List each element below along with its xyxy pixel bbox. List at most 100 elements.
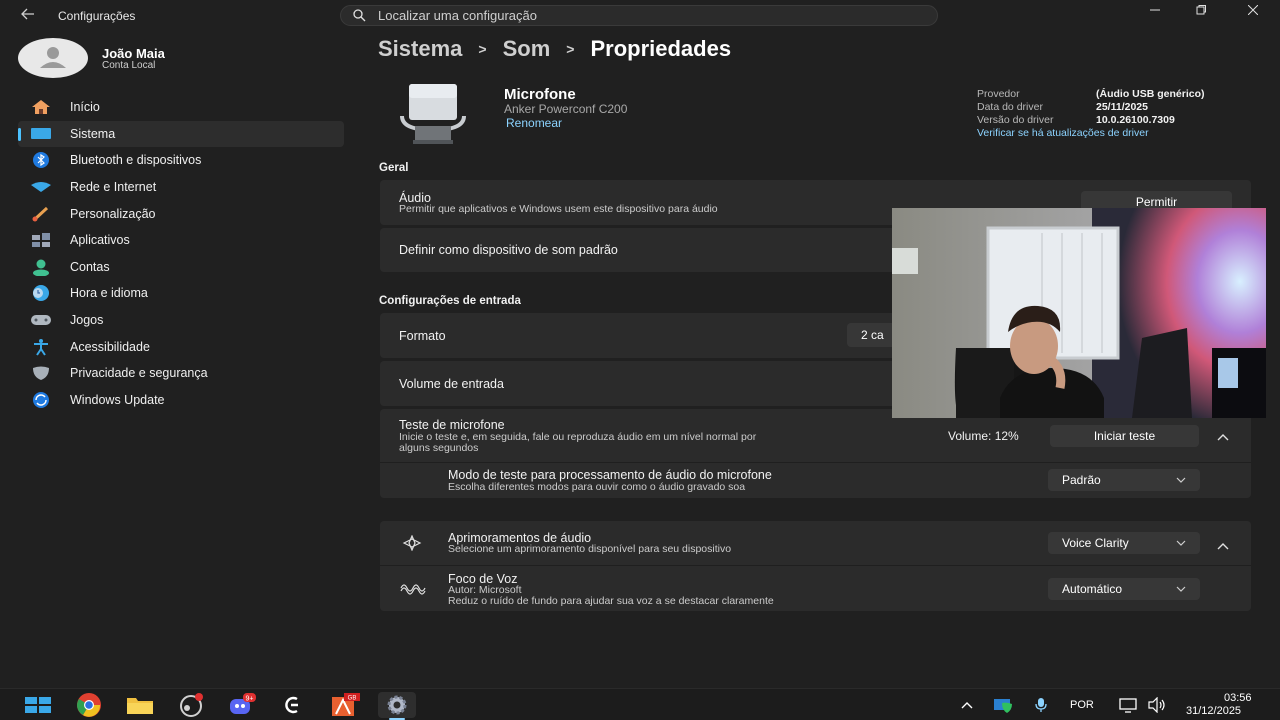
chevron-up-tray-icon[interactable]: [952, 694, 982, 716]
format-title: Formato: [399, 329, 446, 343]
driver-provider-value: (Áudio USB genérico): [1096, 88, 1205, 100]
sidebar-item-rede[interactable]: Rede e Internet: [18, 174, 344, 201]
device-name: Microfone: [504, 86, 576, 103]
sidebar-item-bluetooth[interactable]: Bluetooth e dispositivos: [18, 147, 344, 174]
driver-provider-label: Provedor: [977, 88, 1020, 100]
sidebar-item-aplicativos[interactable]: Aplicativos: [18, 227, 344, 254]
account-type: Conta Local: [102, 60, 156, 71]
sidebar-item-label: Sistema: [70, 126, 116, 141]
device-model: Anker Powerconf C200: [504, 102, 628, 116]
voice-focus-dropdown[interactable]: Automático: [1048, 578, 1200, 600]
voice-focus-value: Automático: [1062, 582, 1123, 596]
minimize-icon: [1150, 9, 1160, 11]
gear-icon: [387, 695, 407, 715]
chevron-down-icon: [1176, 584, 1186, 595]
section-heading-geral: Geral: [379, 162, 409, 174]
minimize-button[interactable]: [1132, 0, 1178, 22]
sidebar-item-label: Privacidade e segurança: [70, 366, 208, 381]
rename-link[interactable]: Renomear: [506, 116, 562, 130]
settings-taskbar-icon[interactable]: [378, 692, 416, 718]
sidebar-item-label: Aplicativos: [70, 233, 130, 248]
steam-taskbar-icon[interactable]: [176, 693, 206, 717]
breadcrumb-sistema[interactable]: Sistema: [378, 36, 462, 62]
language-indicator[interactable]: POR: [1070, 699, 1094, 711]
chevron-down-icon: [1176, 475, 1186, 486]
sidebar-item-sistema[interactable]: Sistema: [18, 120, 344, 148]
test-mode-title: Modo de teste para processamento de áudi…: [448, 468, 772, 482]
sidebar-item-label: Jogos: [70, 313, 104, 328]
mic-test-title: Teste de microfone: [399, 418, 505, 432]
taskbar: 9+ GB POR 03:56 31/12/2025: [0, 688, 1280, 720]
discord-badge: 9+: [246, 696, 254, 703]
back-button[interactable]: [14, 4, 42, 28]
defender-tray-icon[interactable]: [988, 694, 1018, 716]
volume-tray-icon[interactable]: [1142, 694, 1172, 716]
chevron-up-icon[interactable]: [1216, 429, 1230, 443]
maximize-button[interactable]: [1178, 0, 1224, 22]
update-icon: [30, 391, 52, 409]
apps-icon: [30, 231, 52, 249]
clock-time[interactable]: 03:56: [1224, 692, 1252, 704]
app-title: Configurações: [58, 9, 136, 23]
divider: [380, 462, 1251, 463]
search-box[interactable]: [340, 5, 938, 26]
discord-taskbar-icon[interactable]: 9+: [227, 693, 257, 716]
driver-date-value: 25/11/2025: [1096, 101, 1148, 113]
sidebar-item-acessibilidade[interactable]: Acessibilidade: [18, 333, 344, 360]
accounts-icon: [30, 258, 52, 276]
start-button[interactable]: [23, 694, 53, 716]
sidebar-item-personalizacao[interactable]: Personalização: [18, 200, 344, 227]
clock-date[interactable]: 31/12/2025: [1186, 705, 1241, 717]
avatar[interactable]: [18, 38, 88, 78]
sidebar-item-hora[interactable]: Hora e idioma: [18, 280, 344, 307]
voice-focus-icon: [400, 581, 426, 600]
windows-logo-icon: [25, 697, 51, 713]
webcam-overlay: [892, 208, 1266, 418]
chrome-taskbar-icon[interactable]: [74, 693, 104, 717]
sidebar-item-inicio[interactable]: Início: [18, 94, 344, 121]
sidebar-item-label: Rede e Internet: [70, 180, 157, 195]
breadcrumb-propriedades: Propriedades: [590, 36, 732, 61]
driver-version-value: 10.0.26100.7309: [1096, 114, 1175, 126]
microphone-tray-icon[interactable]: [1026, 694, 1056, 716]
search-input[interactable]: [378, 8, 898, 23]
network-tray-icon[interactable]: [1114, 694, 1144, 716]
input-volume-title: Volume de entrada: [399, 377, 504, 391]
driver-version-label: Versão do driver: [977, 114, 1054, 126]
brush-icon: [30, 205, 52, 223]
check-driver-updates-link[interactable]: Verificar se há atualizações de driver: [977, 127, 1149, 139]
app-badge: GB: [348, 696, 357, 702]
divider: [380, 565, 1251, 566]
enhancements-value: Voice Clarity: [1062, 536, 1129, 550]
start-test-button[interactable]: Iniciar teste: [1050, 425, 1199, 447]
clock-globe-icon: [30, 284, 52, 302]
chevron-right-icon: >: [478, 41, 487, 57]
sparkle-icon: [400, 534, 424, 556]
arrow-left-icon: [21, 8, 34, 20]
file-explorer-icon[interactable]: [125, 694, 155, 716]
sidebar-item-privacidade[interactable]: Privacidade e segurança: [18, 360, 344, 387]
sidebar-item-contas[interactable]: Contas: [18, 254, 344, 281]
close-button[interactable]: [1230, 0, 1276, 22]
sidebar-item-label: Acessibilidade: [70, 339, 150, 354]
search-icon: [353, 9, 366, 22]
enhancements-desc: Selecione um aprimoramento disponível pa…: [448, 543, 732, 555]
driver-date-label: Data do driver: [977, 101, 1043, 113]
sidebar-item-label: Bluetooth e dispositivos: [70, 153, 202, 168]
enhancements-dropdown[interactable]: Voice Clarity: [1048, 532, 1200, 554]
app-taskbar-icon[interactable]: GB: [330, 693, 360, 716]
close-icon: [1247, 4, 1259, 16]
mic-test-volume: Volume: 12%: [948, 429, 1019, 443]
wifi-icon: [30, 178, 52, 196]
mic-test-desc-line2: alguns segundos: [399, 442, 479, 454]
breadcrumb: Sistema > Som > Propriedades: [378, 36, 731, 62]
sidebar-item-windows-update[interactable]: Windows Update: [18, 387, 344, 414]
sidebar-item-label: Windows Update: [70, 392, 165, 407]
mic-test-card: Teste de microfone Inicie o teste e, em …: [380, 409, 1251, 498]
sidebar-item-jogos[interactable]: Jogos: [18, 307, 344, 334]
sidebar-item-label: Personalização: [70, 206, 156, 221]
test-mode-dropdown[interactable]: Padrão: [1048, 469, 1200, 491]
logitech-taskbar-icon[interactable]: [278, 694, 308, 716]
breadcrumb-som[interactable]: Som: [503, 36, 551, 62]
chevron-up-icon[interactable]: [1216, 538, 1230, 552]
